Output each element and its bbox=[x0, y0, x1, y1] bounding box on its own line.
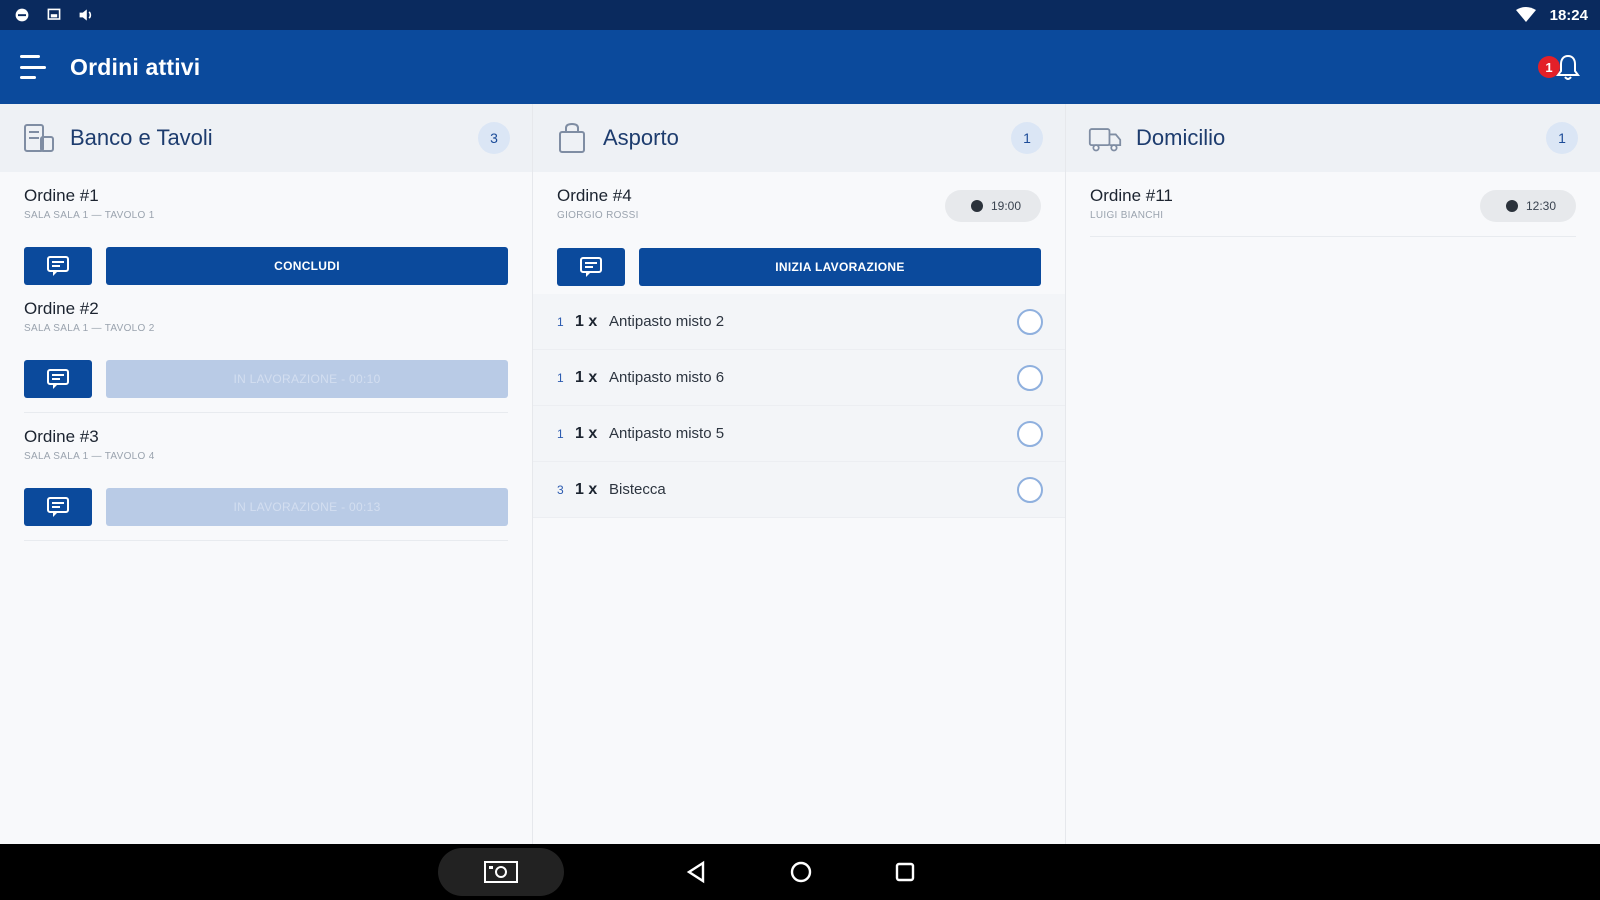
order-card: Ordine #2 SALA SALA 1 — TAVOLO 2 IN LAVO… bbox=[0, 285, 532, 413]
notification-badge: 1 bbox=[1538, 56, 1560, 78]
column-banco-tavoli: Banco e Tavoli 3 Ordine #1 SALA SALA 1 —… bbox=[0, 104, 533, 844]
notifications-button[interactable]: 1 bbox=[1538, 53, 1580, 81]
item-done-checkbox[interactable] bbox=[1017, 364, 1043, 391]
item-quantity: 1 x bbox=[575, 312, 598, 330]
pickup-time-pill: 19:00 bbox=[944, 190, 1041, 222]
in-progress-button: IN LAVORAZIONE - 00:13 bbox=[106, 488, 508, 526]
item-quantity: 1 x bbox=[575, 424, 598, 442]
screenshot-icon bbox=[47, 8, 61, 20]
recents-button[interactable] bbox=[891, 858, 919, 886]
bag-icon bbox=[555, 122, 589, 154]
clock-icon bbox=[970, 200, 983, 212]
delivery-time-pill: 12:30 bbox=[1479, 190, 1576, 222]
column-header: Domicilio 1 bbox=[1066, 104, 1600, 172]
page-title: Ordini attivi bbox=[70, 53, 201, 80]
order-count-badge: 1 bbox=[1546, 122, 1578, 154]
divider bbox=[24, 540, 508, 541]
order-name: Ordine #1 bbox=[24, 186, 99, 205]
chat-icon bbox=[47, 497, 69, 517]
item-name: Antipasto misto 2 bbox=[609, 313, 725, 330]
clock: 18:24 bbox=[1549, 6, 1588, 24]
screenshot-button[interactable] bbox=[438, 848, 564, 896]
order-name: Ordine #3 bbox=[24, 427, 99, 446]
item-name: Bistecca bbox=[609, 481, 666, 498]
column-title: Asporto bbox=[603, 125, 679, 150]
column-header: Banco e Tavoli 3 bbox=[0, 104, 532, 172]
customer-name: LUIGI BIANCHI bbox=[1090, 210, 1164, 221]
back-icon bbox=[686, 860, 705, 884]
app-bar: Ordini attivi 1 bbox=[0, 30, 1600, 104]
back-button[interactable] bbox=[682, 858, 710, 886]
list-item: 1 1 x Antipasto misto 5 bbox=[533, 406, 1065, 462]
column-title: Banco e Tavoli bbox=[70, 125, 213, 150]
order-name: Ordine #11 bbox=[1090, 186, 1173, 205]
order-location: SALA SALA 1 — TAVOLO 4 bbox=[24, 451, 155, 462]
item-name: Antipasto misto 6 bbox=[609, 369, 725, 386]
item-course: 1 bbox=[557, 314, 564, 329]
order-card[interactable]: Ordine #11 LUIGI BIANCHI 12:30 bbox=[1066, 172, 1600, 237]
list-item: 1 1 x Antipasto misto 2 bbox=[533, 294, 1065, 350]
order-location: SALA SALA 1 — TAVOLO 1 bbox=[24, 210, 155, 221]
order-items-list: 1 1 x Antipasto misto 2 1 1 x Antipasto … bbox=[533, 294, 1065, 518]
volume-icon bbox=[79, 9, 92, 21]
truck-icon bbox=[1088, 122, 1122, 154]
item-done-checkbox[interactable] bbox=[1017, 308, 1043, 335]
recents-icon bbox=[895, 862, 915, 882]
home-button[interactable] bbox=[787, 858, 815, 886]
message-button[interactable] bbox=[24, 488, 92, 526]
home-icon bbox=[790, 861, 812, 883]
divider bbox=[1090, 236, 1576, 237]
order-card: Ordine #3 SALA SALA 1 — TAVOLO 4 IN LAVO… bbox=[0, 413, 532, 541]
delivery-time: 12:30 bbox=[1525, 199, 1556, 213]
item-quantity: 1 x bbox=[575, 368, 598, 386]
customer-name: GIORGIO ROSSI bbox=[557, 210, 639, 221]
column-asporto: Asporto 1 Ordine #4 GIORGIO ROSSI 19:00 … bbox=[533, 104, 1066, 844]
chat-icon bbox=[47, 369, 69, 389]
do-not-disturb-icon bbox=[15, 8, 29, 22]
order-columns: Banco e Tavoli 3 Ordine #1 SALA SALA 1 —… bbox=[0, 104, 1600, 844]
list-item: 1 1 x Antipasto misto 6 bbox=[533, 350, 1065, 406]
menu-icon[interactable] bbox=[20, 55, 48, 79]
chat-icon bbox=[47, 256, 69, 276]
conclude-order-button[interactable]: CONCLUDI bbox=[106, 247, 508, 285]
item-quantity: 1 x bbox=[575, 480, 598, 498]
order-count-badge: 3 bbox=[478, 122, 510, 154]
column-title: Domicilio bbox=[1136, 125, 1226, 150]
list-item: 3 1 x Bistecca bbox=[533, 462, 1065, 518]
screenshot-icon bbox=[484, 861, 518, 883]
item-done-checkbox[interactable] bbox=[1017, 420, 1043, 447]
system-status-bar: 18:24 bbox=[0, 0, 1600, 30]
item-course: 1 bbox=[557, 370, 564, 385]
wifi-icon bbox=[1515, 7, 1536, 22]
order-name: Ordine #4 bbox=[557, 186, 632, 205]
order-card: Ordine #4 GIORGIO ROSSI 19:00 INIZIA LAV… bbox=[533, 172, 1065, 286]
message-button[interactable] bbox=[24, 360, 92, 398]
item-course: 3 bbox=[557, 482, 564, 497]
item-course: 1 bbox=[557, 426, 564, 441]
order-count-badge: 1 bbox=[1011, 122, 1043, 154]
item-done-checkbox[interactable] bbox=[1017, 476, 1043, 503]
message-button[interactable] bbox=[557, 248, 625, 286]
column-domicilio: Domicilio 1 Ordine #11 LUIGI BIANCHI 12:… bbox=[1066, 104, 1600, 844]
system-navigation-bar bbox=[0, 844, 1600, 900]
order-name: Ordine #2 bbox=[24, 299, 99, 318]
item-name: Antipasto misto 5 bbox=[609, 425, 725, 442]
order-location: SALA SALA 1 — TAVOLO 2 bbox=[24, 323, 155, 334]
receipt-icon bbox=[22, 122, 56, 154]
message-button[interactable] bbox=[24, 247, 92, 285]
chat-icon bbox=[580, 257, 602, 277]
in-progress-button: IN LAVORAZIONE - 00:10 bbox=[106, 360, 508, 398]
clock-icon bbox=[1505, 200, 1518, 212]
order-card: Ordine #1 SALA SALA 1 — TAVOLO 1 CONCLUD… bbox=[0, 172, 532, 285]
pickup-time: 19:00 bbox=[990, 199, 1021, 213]
start-processing-button[interactable]: INIZIA LAVORAZIONE bbox=[639, 248, 1041, 286]
column-header: Asporto 1 bbox=[533, 104, 1065, 172]
